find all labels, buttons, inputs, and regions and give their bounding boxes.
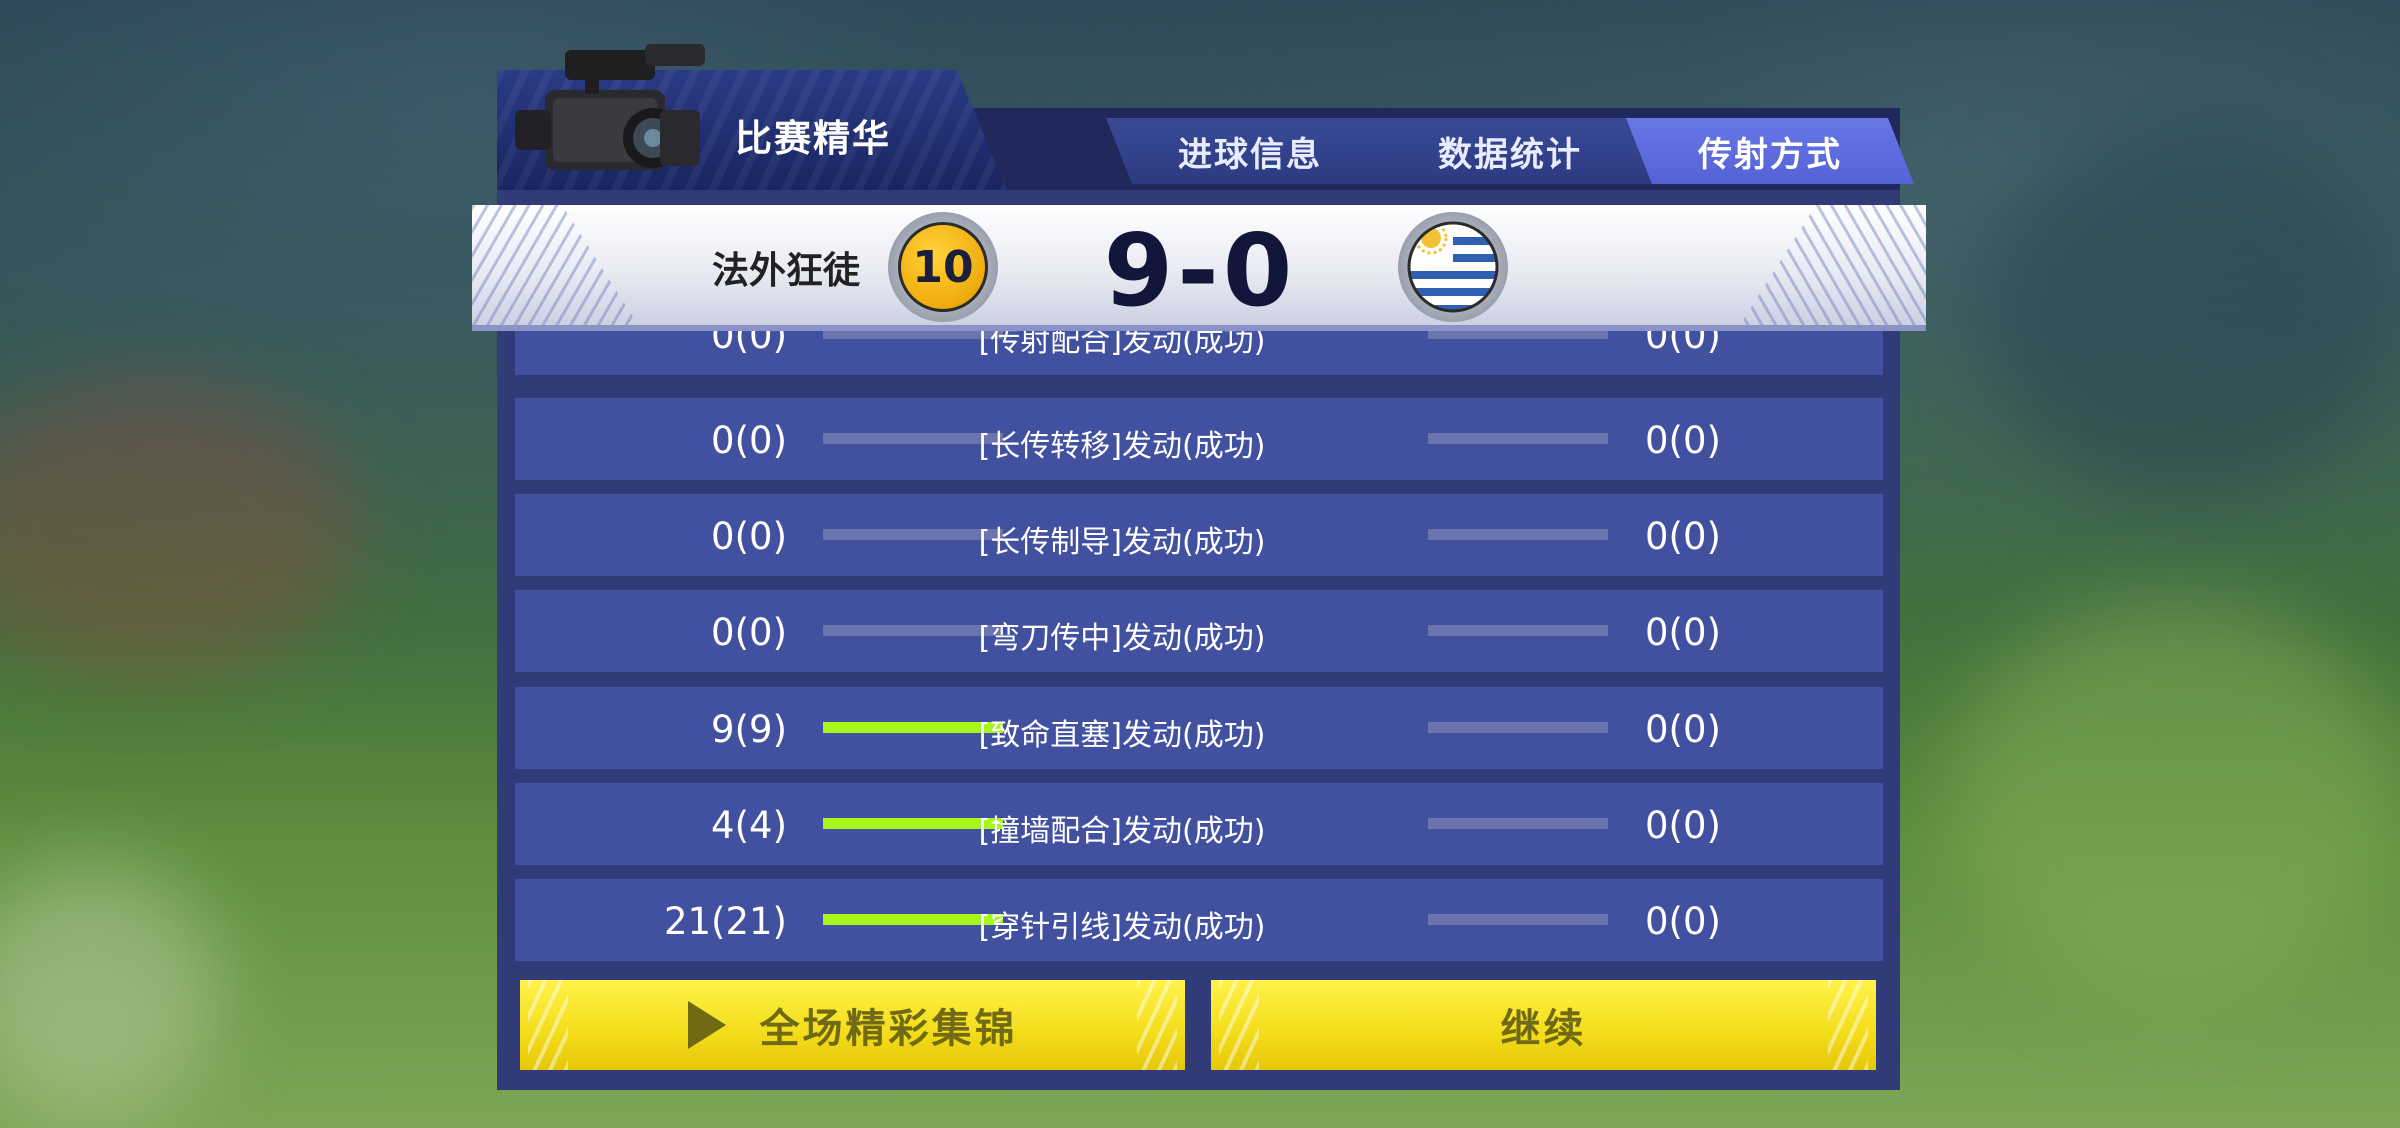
continue-button[interactable]: 继续 bbox=[1211, 980, 1876, 1070]
away-stat-bar bbox=[1428, 625, 1608, 636]
stat-row: 0(0) [弯刀传中]发动(成功) 0(0) bbox=[515, 590, 1883, 672]
away-stat-value: 0(0) bbox=[1645, 900, 1721, 943]
tab-goal-info[interactable]: 进球信息 bbox=[1106, 118, 1394, 184]
stat-label: [传射配合]发动(成功) bbox=[978, 331, 1266, 359]
stats-list[interactable]: 0(0) [传射配合]发动(成功) 0(0) 0(0) [长传转移]发动(成功)… bbox=[515, 331, 1883, 963]
away-stat-value: 0(0) bbox=[1645, 804, 1721, 847]
tab-data-stats[interactable]: 数据统计 bbox=[1366, 118, 1654, 184]
uruguay-flag-icon bbox=[1398, 212, 1508, 322]
away-stat-bar bbox=[1428, 818, 1608, 829]
away-stat-value: 0(0) bbox=[1645, 515, 1721, 558]
continue-button-label: 继续 bbox=[1500, 1006, 1587, 1052]
highlights-button[interactable]: 全场精彩集锦 bbox=[520, 980, 1185, 1070]
background-blur bbox=[1980, 120, 2400, 500]
home-stat-value: 21(21) bbox=[663, 900, 787, 943]
stat-row: 0(0) [长传制导]发动(成功) 0(0) bbox=[515, 494, 1883, 576]
away-stat-value: 0(0) bbox=[1645, 708, 1721, 751]
home-stat-value: 4(4) bbox=[711, 804, 787, 847]
stat-row: 0(0) [传射配合]发动(成功) 0(0) bbox=[515, 331, 1883, 375]
highlights-button-label: 全场精彩集锦 bbox=[759, 1006, 1018, 1052]
stat-row: 21(21) [穿针引线]发动(成功) 0(0) bbox=[515, 879, 1883, 961]
tab-pass-shot[interactable]: 传射方式 bbox=[1626, 118, 1914, 184]
page-title: 比赛精华 bbox=[735, 117, 891, 160]
background-blur bbox=[0, 860, 220, 1120]
stat-label: [长传制导]发动(成功) bbox=[978, 525, 1266, 560]
tab-label: 数据统计 bbox=[1438, 134, 1582, 175]
away-stat-bar bbox=[1428, 529, 1608, 540]
home-stat-value: 0(0) bbox=[711, 419, 787, 462]
background-blur bbox=[0, 380, 360, 680]
away-stat-value: 0(0) bbox=[1645, 419, 1721, 462]
team-badge-icon: 10 bbox=[888, 212, 998, 322]
home-team-name: 法外狂徒 bbox=[712, 249, 860, 292]
tab-label: 传射方式 bbox=[1698, 134, 1842, 175]
stat-label: [致命直塞]发动(成功) bbox=[978, 718, 1266, 753]
stat-label: [穿针引线]发动(成功) bbox=[978, 910, 1266, 945]
stat-label: [长传转移]发动(成功) bbox=[978, 429, 1266, 464]
away-stat-bar bbox=[1428, 331, 1608, 339]
stat-label: [撞墙配合]发动(成功) bbox=[978, 814, 1266, 849]
tab-label: 进球信息 bbox=[1178, 134, 1322, 175]
play-icon bbox=[687, 1001, 726, 1049]
home-stat-value: 9(9) bbox=[711, 708, 787, 751]
stat-label: [弯刀传中]发动(成功) bbox=[978, 621, 1266, 656]
match-score: 9-0 bbox=[1103, 212, 1297, 329]
stat-row: 0(0) [长传转移]发动(成功) 0(0) bbox=[515, 398, 1883, 480]
home-badge-number: 10 bbox=[898, 222, 988, 312]
home-stat-value: 0(0) bbox=[711, 611, 787, 654]
video-camera-icon bbox=[515, 44, 705, 170]
away-stat-value: 0(0) bbox=[1645, 611, 1721, 654]
stat-row: 9(9) [致命直塞]发动(成功) 0(0) bbox=[515, 687, 1883, 769]
away-stat-bar bbox=[1428, 722, 1608, 733]
away-stat-value: 0(0) bbox=[1645, 331, 1721, 357]
background-blur bbox=[1950, 600, 2400, 1000]
home-stat-value: 0(0) bbox=[711, 331, 787, 357]
home-stat-value: 0(0) bbox=[711, 515, 787, 558]
away-stat-bar bbox=[1428, 433, 1608, 444]
stat-row: 4(4) [撞墙配合]发动(成功) 0(0) bbox=[515, 783, 1883, 865]
away-stat-bar bbox=[1428, 914, 1608, 925]
